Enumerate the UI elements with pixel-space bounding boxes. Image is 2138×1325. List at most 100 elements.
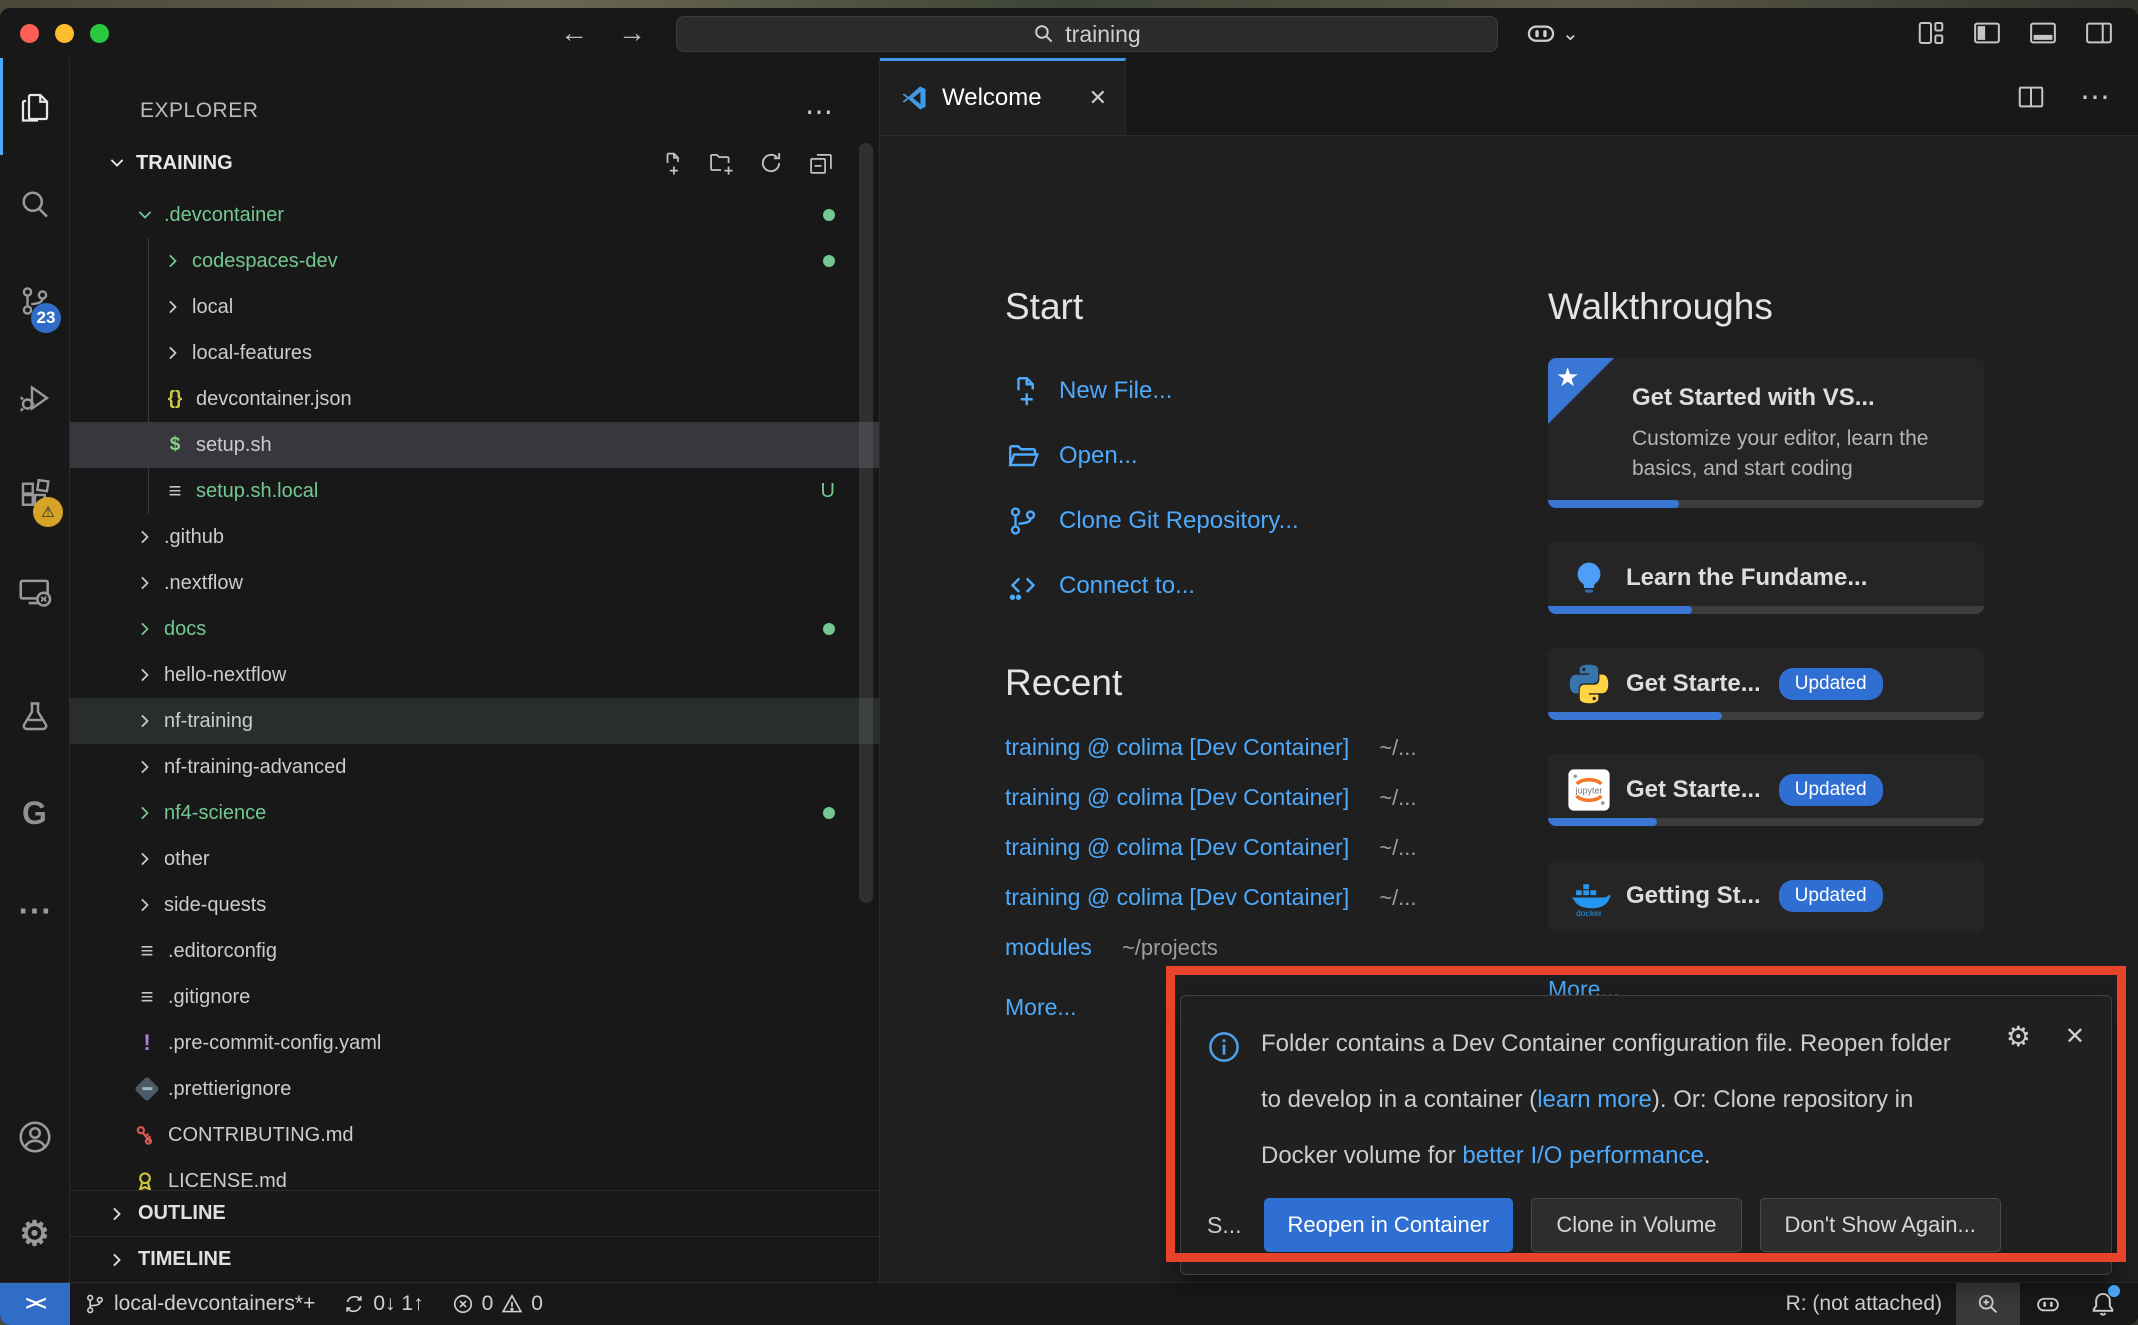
problems-status[interactable]: 0 0 [438, 1283, 557, 1325]
walkthrough-get-started-jupyter[interactable]: jupyter Get Starte... Updated [1548, 754, 1984, 826]
tab-welcome[interactable]: Welcome ✕ [880, 58, 1126, 135]
dont-show-again-button[interactable]: Don't Show Again... [1760, 1198, 2001, 1252]
tree-item-side-quests[interactable]: side-quests [70, 882, 879, 928]
activity-accounts[interactable] [0, 1088, 69, 1185]
activity-settings[interactable]: ⚙ [0, 1185, 69, 1282]
indent-guide [148, 238, 149, 514]
chevron-right-icon [134, 849, 156, 869]
recent-item[interactable]: modules~/projects [1005, 934, 1565, 984]
outline-section[interactable]: OUTLINE [70, 1190, 879, 1236]
split-editor-icon[interactable] [2016, 82, 2046, 112]
svg-text:docker: docker [1576, 908, 1602, 918]
close-icon[interactable]: ✕ [1089, 85, 1107, 111]
git-branch-status[interactable]: local-devcontainers*+ [70, 1283, 329, 1325]
devcontainer-notification: Folder contains a Dev Container configur… [1180, 995, 2112, 1275]
tree-item-setup-sh[interactable]: $ setup.sh [70, 422, 879, 468]
walkthrough-getting-started-docker[interactable]: docker Getting St... Updated [1548, 860, 1984, 932]
text-file-icon: ≡ [134, 938, 160, 964]
timeline-section[interactable]: TIMELINE [70, 1236, 879, 1282]
r-language-status[interactable]: R: (not attached) [1772, 1283, 1956, 1325]
activity-extensions[interactable]: ⚠ [0, 446, 69, 543]
workspace-name: TRAINING [136, 152, 233, 175]
tree-item-local-features[interactable]: local-features [70, 330, 879, 376]
activity-search[interactable] [0, 155, 69, 252]
tree-item-gitignore[interactable]: ≡ .gitignore [70, 974, 879, 1020]
tree-item-other[interactable]: other [70, 836, 879, 882]
tree-item-github[interactable]: .github [70, 514, 879, 560]
start-new-file[interactable]: New File... [1005, 358, 1565, 423]
tree-item-devcontainer-json[interactable]: {} devcontainer.json [70, 376, 879, 422]
tree-item-docs[interactable]: docs [70, 606, 879, 652]
io-performance-link[interactable]: better I/O performance [1462, 1142, 1703, 1169]
tree-item-nf-training-advanced[interactable]: nf-training-advanced [70, 744, 879, 790]
close-window-button[interactable] [20, 24, 39, 43]
customize-layout-icon[interactable] [1916, 18, 1946, 48]
chevron-down-icon: ⌄ [1562, 21, 1579, 46]
tree-item-editorconfig[interactable]: ≡ .editorconfig [70, 928, 879, 974]
activity-source-control[interactable]: 23 [0, 252, 69, 349]
recent-item[interactable]: training @ colima [Dev Container]~/... [1005, 834, 1565, 884]
activity-remote-explorer[interactable] [0, 543, 69, 640]
activity-explorer[interactable] [0, 58, 69, 155]
walkthrough-get-started-vscode[interactable]: ★ Get Started with VS... Customize your … [1548, 358, 1984, 508]
toggle-secondary-sidebar-icon[interactable] [2084, 18, 2114, 48]
walkthrough-get-started-python[interactable]: Get Starte... Updated [1548, 648, 1984, 720]
notifications-status[interactable] [2076, 1283, 2138, 1325]
reopen-in-container-button[interactable]: Reopen in Container [1264, 1198, 1514, 1252]
extensions-warning-badge: ⚠ [33, 497, 63, 527]
tree-item-nf4-science[interactable]: nf4-science [70, 790, 879, 836]
recent-item[interactable]: training @ colima [Dev Container]~/... [1005, 884, 1565, 934]
tree-item-pre-commit-config[interactable]: ! .pre-commit-config.yaml [70, 1020, 879, 1066]
docker-icon: docker [1566, 873, 1612, 919]
tree-item-nf-training[interactable]: nf-training [70, 698, 879, 744]
tree-item-local[interactable]: local [70, 284, 879, 330]
remote-indicator[interactable]: >< [0, 1283, 70, 1325]
tree-item-devcontainer[interactable]: .devcontainer [70, 192, 879, 238]
tree-item-license[interactable]: LICENSE.md [70, 1158, 879, 1190]
clone-in-volume-button[interactable]: Clone in Volume [1531, 1198, 1741, 1252]
tree-item-setup-sh-local[interactable]: ≡ setup.sh.local U [70, 468, 879, 514]
back-icon[interactable]: ← [560, 17, 588, 49]
git-sync-status[interactable]: 0↓ 1↑ [329, 1283, 437, 1325]
activity-testing[interactable] [0, 668, 69, 765]
forward-icon[interactable]: → [618, 17, 646, 49]
editor-more-actions-icon[interactable]: ⋯ [2080, 80, 2110, 115]
recent-heading: Recent [1005, 662, 1565, 704]
start-open[interactable]: Open... [1005, 423, 1565, 488]
recent-item[interactable]: training @ colima [Dev Container]~/... [1005, 734, 1565, 784]
toggle-panel-icon[interactable] [2028, 18, 2058, 48]
copilot-menu[interactable]: ⌄ [1524, 8, 1579, 58]
new-folder-icon[interactable] [707, 149, 735, 177]
activity-run-debug[interactable] [0, 349, 69, 446]
recent-more-link[interactable]: More... [1005, 994, 1077, 1021]
toggle-primary-sidebar-icon[interactable] [1972, 18, 2002, 48]
tree-item-hello-nextflow[interactable]: hello-nextflow [70, 652, 879, 698]
activity-more[interactable]: ⋯ [0, 862, 69, 959]
tree-item-prettierignore[interactable]: .prettierignore [70, 1066, 879, 1112]
learn-more-link[interactable]: learn more [1537, 1086, 1652, 1113]
activity-gitlens[interactable]: G [0, 765, 69, 862]
tree-item-codespaces-dev[interactable]: codespaces-dev [70, 238, 879, 284]
workspace-section-header[interactable]: TRAINING [70, 138, 879, 188]
zoom-window-button[interactable] [90, 24, 109, 43]
tree-item-nextflow[interactable]: .nextflow [70, 560, 879, 606]
walkthrough-learn-fundamentals[interactable]: Learn the Fundame... [1548, 542, 1984, 614]
prettier-icon [134, 1076, 159, 1101]
collapse-all-icon[interactable] [807, 149, 835, 177]
notification-close-icon[interactable]: ✕ [2065, 1022, 2085, 1051]
new-file-icon[interactable] [657, 149, 685, 177]
updated-badge: Updated [1779, 880, 1883, 912]
sidebar-scrollbar[interactable] [859, 143, 873, 903]
explorer-more-actions-icon[interactable]: ⋯ [805, 95, 835, 128]
minimize-window-button[interactable] [55, 24, 74, 43]
copilot-status[interactable] [2020, 1283, 2076, 1325]
start-clone-repo[interactable]: Clone Git Repository... [1005, 488, 1565, 553]
refresh-icon[interactable] [757, 149, 785, 177]
command-center-search[interactable]: training [676, 16, 1498, 52]
recent-item[interactable]: training @ colima [Dev Container]~/... [1005, 784, 1565, 834]
zoom-status[interactable] [1956, 1283, 2020, 1325]
start-connect-to[interactable]: Connect to... [1005, 553, 1565, 618]
tree-item-contributing[interactable]: CONTRIBUTING.md [70, 1112, 879, 1158]
notification-settings-gear-icon[interactable]: ⚙ [2006, 1020, 2031, 1053]
chevron-down-icon [106, 153, 128, 173]
